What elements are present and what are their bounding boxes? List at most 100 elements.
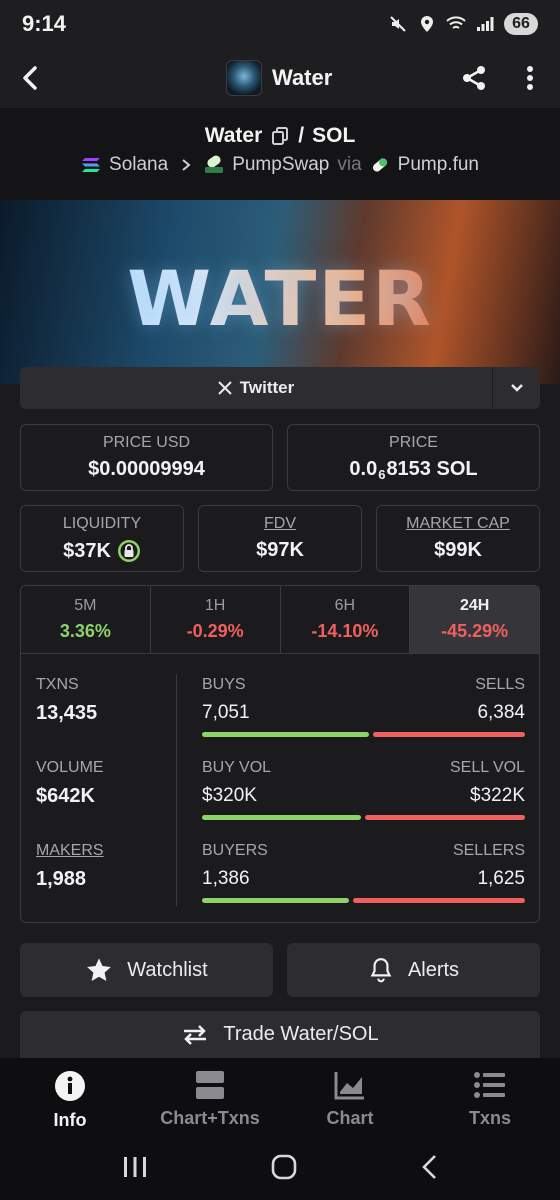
tab-6h[interactable]: 6H -14.10% <box>281 586 411 653</box>
system-back-button[interactable] <box>420 1154 438 1185</box>
home-icon <box>271 1154 297 1179</box>
pair-separator: / <box>298 124 305 147</box>
wifi-icon <box>446 14 466 34</box>
tab-1h[interactable]: 1H -0.29% <box>151 586 281 653</box>
tab-24h[interactable]: 24H -45.29% <box>410 586 539 653</box>
trade-label: Trade Water/SOL <box>223 1023 379 1045</box>
market-cap-label: MARKET CAP <box>406 515 510 532</box>
buy-vol-label: BUY VOL <box>202 759 272 776</box>
watchlist-label: Watchlist <box>127 958 208 981</box>
twitter-label: Twitter <box>239 378 295 397</box>
buy-vol-bar-fill <box>202 815 361 820</box>
buyvol-sellvol-bar <box>202 815 525 820</box>
tab-1h-label: 1H <box>204 597 226 614</box>
txns-label: TXNS <box>36 676 79 693</box>
app-title-group: Water <box>226 60 332 96</box>
timeframe-tabs: 5M 3.36% 1H -0.29% 6H -14.10% 24H -45.29… <box>21 586 539 654</box>
pair-quote: SOL <box>312 124 356 147</box>
stats-body: TXNS 13,435 VOLUME $642K MAKERS 1,988 BU… <box>21 654 539 922</box>
back-arrow-icon <box>422 1154 437 1179</box>
price-native-value: 0.0 6 8153 SOL <box>349 458 478 482</box>
sellers-bar-fill <box>352 898 525 903</box>
sell-vol-label: SELL VOL <box>449 759 525 776</box>
liquidity-value: $37K <box>21 539 183 563</box>
mute-icon <box>388 14 408 34</box>
tab-1h-change: -0.29% <box>186 621 244 641</box>
app-bar: Water <box>0 48 560 108</box>
nav-info[interactable]: Info <box>0 1058 140 1138</box>
market-cap-card[interactable]: MARKET CAP $99K <box>376 505 540 572</box>
signal-icon <box>475 14 495 34</box>
more-menu-button[interactable] <box>514 62 546 94</box>
status-icons: 66 <box>388 13 538 35</box>
share-icon <box>463 66 485 90</box>
app-title: Water <box>272 65 333 90</box>
bottom-nav: Info Chart+Txns Chart Txns <box>0 1058 560 1138</box>
alerts-label: Alerts <box>407 958 460 981</box>
recents-button[interactable] <box>122 1156 148 1183</box>
buyers-bar-fill <box>202 898 349 903</box>
battery-indicator: 66 <box>504 13 538 35</box>
via-label: via <box>337 154 362 175</box>
list-icon <box>474 1072 505 1098</box>
tab-24h-label: 24H <box>459 597 490 614</box>
nav-txns-label: Txns <box>468 1108 511 1128</box>
home-button[interactable] <box>271 1154 297 1185</box>
buys-bar-fill <box>202 732 370 737</box>
copy-icon[interactable] <box>270 126 290 146</box>
chart-txns-icon <box>196 1071 224 1099</box>
price-native-card: PRICE 0.0 6 8153 SOL <box>287 424 540 491</box>
watchlist-button[interactable]: Watchlist <box>20 943 273 997</box>
chevron-left-icon <box>23 66 37 90</box>
tab-6h-label: 6H <box>334 597 356 614</box>
alerts-button[interactable]: Alerts <box>287 943 540 997</box>
stats-divider <box>176 674 177 906</box>
share-button[interactable] <box>458 62 490 94</box>
nav-chart-txns[interactable]: Chart+Txns <box>140 1058 280 1138</box>
txns-value: 13,435 <box>36 702 98 724</box>
tab-5m[interactable]: 5M 3.36% <box>21 586 151 653</box>
volume-stat: VOLUME $642K <box>36 759 104 808</box>
buy-vol-value: $320K <box>202 785 257 806</box>
buys-sells-row: BUYS SELLS 7,051 6,384 <box>202 676 525 737</box>
recents-icon <box>123 1156 146 1177</box>
twitter-button[interactable]: Twitter <box>20 367 492 409</box>
tab-24h-change: -45.29% <box>441 621 509 641</box>
price-usd-value: $0.00009994 <box>88 458 205 480</box>
back-button[interactable] <box>14 62 46 94</box>
dex-name[interactable]: PumpSwap <box>232 154 329 176</box>
sellers-label: SELLERS <box>452 842 525 859</box>
sells-bar-fill <box>373 732 525 737</box>
chevron-right-icon <box>176 155 196 175</box>
stats-panel: 5M 3.36% 1H -0.29% 6H -14.10% 24H -45.29… <box>20 585 540 923</box>
tab-6h-change: -14.10% <box>311 621 379 641</box>
sell-vol-value: $322K <box>470 785 525 806</box>
makers-label: MAKERS <box>36 842 104 859</box>
nav-txns[interactable]: Txns <box>420 1058 560 1138</box>
more-vertical-icon <box>527 66 533 90</box>
price-usd-card: PRICE USD $0.00009994 <box>20 424 273 491</box>
info-icon <box>55 1071 85 1101</box>
price-usd-label: PRICE USD <box>102 434 191 451</box>
app-actions <box>458 62 546 94</box>
launchpad-name[interactable]: Pump.fun <box>398 154 479 176</box>
volume-value: $642K <box>36 785 95 807</box>
makers-stat[interactable]: MAKERS 1,988 <box>36 842 104 891</box>
fdv-value: $97K <box>256 539 304 561</box>
buyers-value: 1,386 <box>202 868 250 889</box>
chain-name[interactable]: Solana <box>109 154 168 176</box>
buyers-sellers-bar <box>202 898 525 903</box>
fdv-card[interactable]: FDV $97K <box>198 505 362 572</box>
trade-button[interactable]: Trade Water/SOL <box>20 1011 540 1058</box>
nav-info-label: Info <box>53 1110 87 1130</box>
nav-chart[interactable]: Chart <box>280 1058 420 1138</box>
pumpfun-icon <box>370 155 390 175</box>
tab-5m-label: 5M <box>74 597 97 614</box>
liquidity-label: LIQUIDITY <box>62 515 142 532</box>
buyers-sellers-row: BUYERS SELLERS 1,386 1,625 <box>202 842 525 903</box>
buyers-label: BUYERS <box>202 842 268 859</box>
chart-icon <box>334 1072 364 1100</box>
social-expand-button[interactable] <box>492 367 540 409</box>
status-bar: 9:14 66 <box>0 0 560 48</box>
nav-chart-txns-label: Chart+Txns <box>160 1108 260 1128</box>
